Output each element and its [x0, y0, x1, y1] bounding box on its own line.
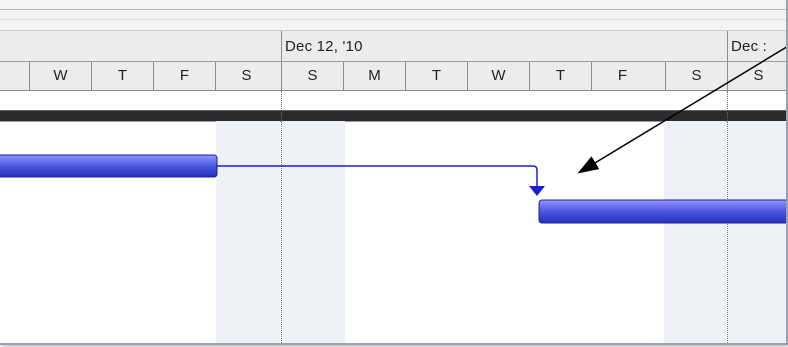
task-bar-predecessor[interactable]	[0, 154, 218, 178]
dependency-link-line	[217, 165, 538, 186]
gantt-drawing	[0, 46, 786, 224]
gantt-chart-view[interactable]: Dec 12, '10 Dec : W T F S S M T W T F S …	[0, 0, 788, 345]
arrow-down-icon	[529, 186, 545, 196]
pointer-arrow-icon	[577, 46, 786, 174]
task-bar-successor[interactable]	[538, 199, 786, 224]
